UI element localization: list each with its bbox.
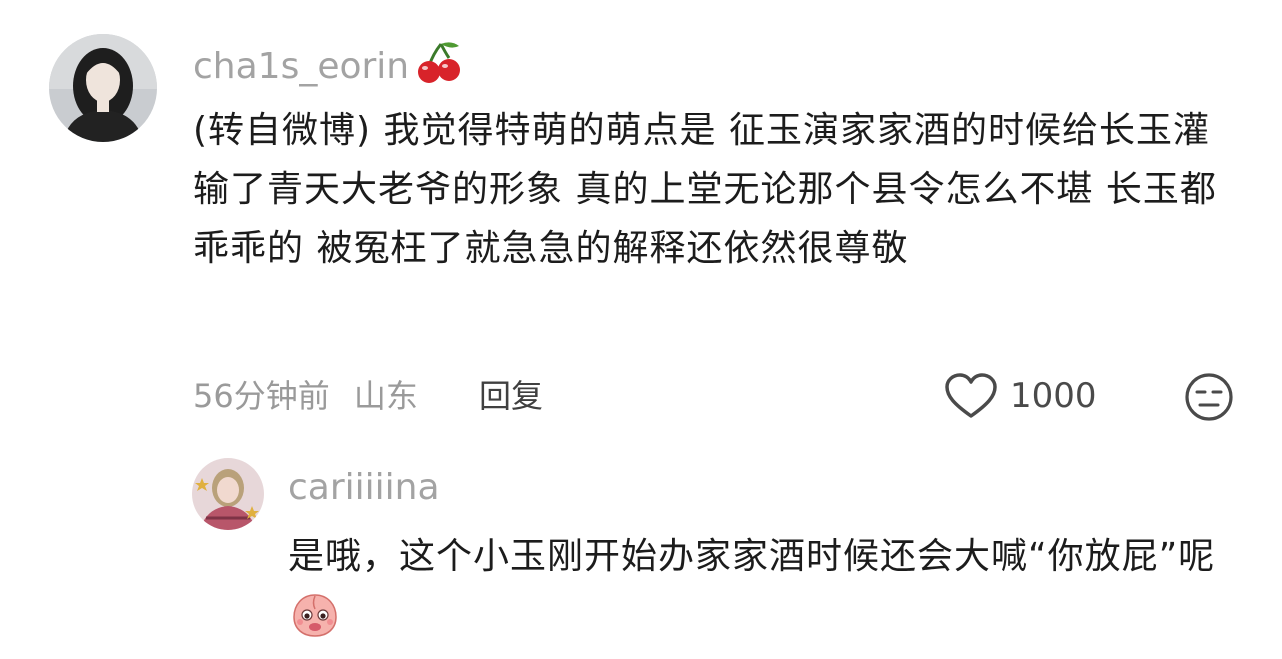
heart-outline-icon bbox=[945, 373, 997, 418]
comment-text: (转自微博) 我觉得特萌的萌点是 征玉演家家酒的时候给长玉灌输了青天大老爷的形象… bbox=[193, 110, 1217, 269]
comment-time: 56分钟前 bbox=[193, 377, 330, 415]
like-count: 1000 bbox=[1010, 376, 1097, 416]
user-avatar-photo bbox=[192, 458, 264, 530]
reply-button[interactable]: 回复 bbox=[479, 374, 543, 418]
cherry-icon bbox=[418, 42, 461, 83]
comment-meta: 56分钟前 山东 bbox=[193, 374, 418, 418]
reaction-button[interactable] bbox=[1184, 372, 1234, 422]
pleading-peach-icon bbox=[293, 594, 337, 637]
commenter-username[interactable]: cha1s_eorin bbox=[193, 38, 467, 90]
like-button[interactable]: 1000 bbox=[944, 370, 1097, 422]
commenter-avatar[interactable] bbox=[49, 34, 157, 142]
replier-username[interactable]: cariiiiina bbox=[288, 466, 440, 510]
reply-text-content: 是哦，这个小玉刚开始办家家酒时候还会大喊“你放屁”呢 bbox=[288, 536, 1216, 577]
replier-avatar[interactable] bbox=[192, 458, 264, 530]
username-text: cha1s_eorin bbox=[193, 46, 410, 87]
comment-location: 山东 bbox=[353, 377, 418, 415]
neutral-face-icon bbox=[1185, 373, 1233, 421]
user-avatar-photo bbox=[49, 34, 157, 142]
reply-text: 是哦，这个小玉刚开始办家家酒时候还会大喊“你放屁”呢 bbox=[288, 527, 1258, 645]
